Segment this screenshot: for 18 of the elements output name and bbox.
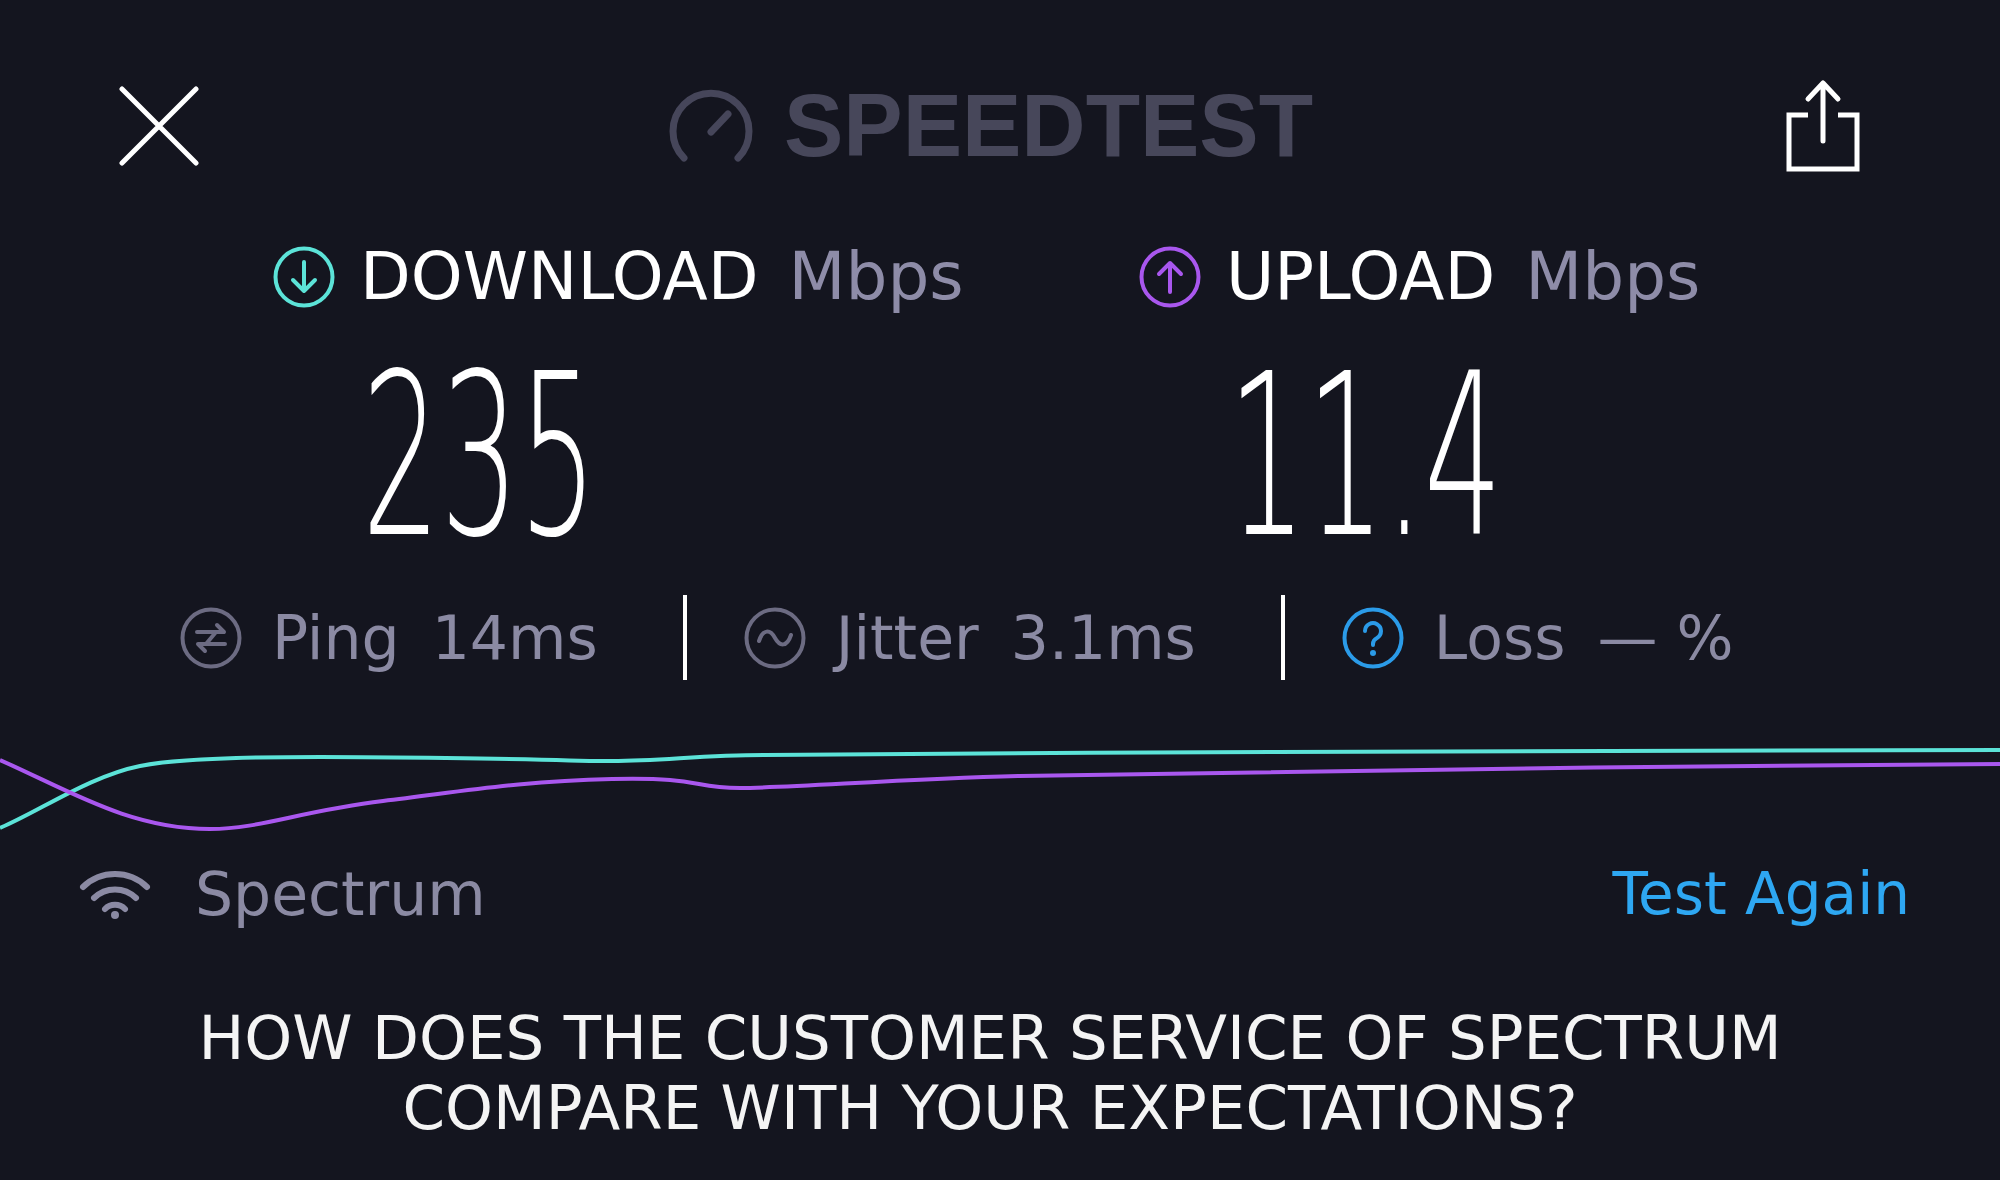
metric-value: 3.1ms (1010, 607, 1196, 668)
wifi-icon (79, 868, 151, 919)
metric-value: 14ms (431, 607, 598, 668)
speed-value: 11.4 (1228, 345, 1503, 569)
metric-value: — % (1597, 607, 1734, 668)
help-icon (1341, 606, 1404, 669)
share-button[interactable] (1786, 79, 1860, 172)
close-icon (119, 85, 199, 166)
result-label: DOWNLOAD (360, 244, 759, 310)
result-label: UPLOAD (1226, 244, 1496, 310)
wave-icon (743, 606, 806, 669)
share-icon (1786, 79, 1860, 172)
logo-wordmark: SPEEDTEST (783, 81, 1314, 170)
speed-value: 235 (362, 345, 598, 569)
close-button[interactable] (119, 85, 199, 166)
ping-icon (180, 606, 242, 669)
survey-question: HOW DOES THE CUSTOMER SERVICE OF SPECTRUM COMPARE WITH YOUR EXPECTATIONS? (197, 1003, 1783, 1143)
metric-label: Loss (1433, 607, 1566, 668)
